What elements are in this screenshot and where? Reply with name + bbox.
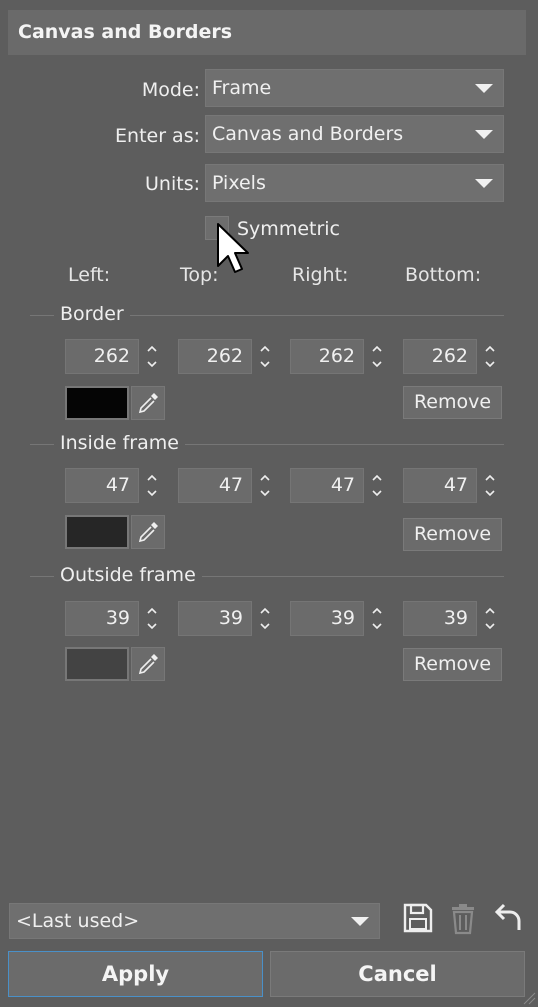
chevron-down-icon xyxy=(351,917,369,926)
increment-icon[interactable] xyxy=(145,604,159,618)
inside-right-value[interactable]: 47 xyxy=(290,468,364,503)
border-color-control xyxy=(65,386,165,420)
outside-top-value[interactable]: 39 xyxy=(178,601,252,636)
border-group-title: Border xyxy=(54,303,130,325)
units-dropdown[interactable]: Pixels xyxy=(205,164,504,202)
decrement-icon[interactable] xyxy=(258,357,272,371)
enter-as-label: Enter as: xyxy=(115,125,200,147)
increment-icon[interactable] xyxy=(370,604,384,618)
outside-eyedropper-button[interactable] xyxy=(131,647,165,681)
inside-bottom-value[interactable]: 47 xyxy=(403,468,477,503)
inside-color-control xyxy=(65,515,165,549)
inside-left-spinbox[interactable]: 47 xyxy=(65,468,165,503)
inside-eyedropper-button[interactable] xyxy=(131,515,165,549)
inside-frame-group-title: Inside frame xyxy=(54,432,185,454)
outside-right-spinbox[interactable]: 39 xyxy=(290,601,390,636)
outside-bottom-value[interactable]: 39 xyxy=(403,601,477,636)
column-top-label: Top: xyxy=(180,264,219,286)
increment-icon[interactable] xyxy=(483,604,497,618)
increment-icon[interactable] xyxy=(145,471,159,485)
outside-color-swatch[interactable] xyxy=(65,647,129,681)
decrement-icon[interactable] xyxy=(483,619,497,633)
decrement-icon[interactable] xyxy=(483,357,497,371)
outside-remove-button[interactable]: Remove xyxy=(403,648,502,681)
trash-icon[interactable] xyxy=(449,903,477,935)
preset-value: <Last used> xyxy=(16,910,140,932)
eyedropper-icon xyxy=(138,393,158,414)
decrement-icon[interactable] xyxy=(370,357,384,371)
increment-icon[interactable] xyxy=(483,342,497,356)
chevron-down-icon xyxy=(475,179,493,188)
border-right-spinbox[interactable]: 262 xyxy=(290,339,390,374)
outside-color-control xyxy=(65,647,165,681)
enter-as-dropdown[interactable]: Canvas and Borders xyxy=(205,115,504,153)
eyedropper-icon xyxy=(138,654,158,675)
decrement-icon[interactable] xyxy=(370,619,384,633)
eyedropper-icon xyxy=(138,522,158,543)
undo-icon[interactable] xyxy=(490,902,524,934)
chevron-down-icon xyxy=(475,130,493,139)
cancel-button[interactable]: Cancel xyxy=(270,951,525,997)
inside-top-spinbox[interactable]: 47 xyxy=(178,468,278,503)
increment-icon[interactable] xyxy=(483,471,497,485)
outside-left-spinbox[interactable]: 39 xyxy=(65,601,165,636)
column-bottom-label: Bottom: xyxy=(405,264,482,286)
border-bottom-value[interactable]: 262 xyxy=(403,339,477,374)
inside-left-value[interactable]: 47 xyxy=(65,468,139,503)
inside-top-value[interactable]: 47 xyxy=(178,468,252,503)
border-eyedropper-button[interactable] xyxy=(131,386,165,420)
border-left-value[interactable]: 262 xyxy=(65,339,139,374)
inside-bottom-spinbox[interactable]: 47 xyxy=(403,468,503,503)
increment-icon[interactable] xyxy=(145,342,159,356)
decrement-icon[interactable] xyxy=(483,486,497,500)
units-label: Units: xyxy=(145,173,200,195)
border-bottom-spinbox[interactable]: 262 xyxy=(403,339,503,374)
mode-value: Frame xyxy=(212,77,272,99)
inside-right-spinbox[interactable]: 47 xyxy=(290,468,390,503)
panel-title: Canvas and Borders xyxy=(8,10,526,55)
increment-icon[interactable] xyxy=(258,604,272,618)
column-left-label: Left: xyxy=(68,264,111,286)
chevron-down-icon xyxy=(475,84,493,93)
border-remove-button[interactable]: Remove xyxy=(403,386,502,419)
column-right-label: Right: xyxy=(292,264,349,286)
inside-remove-button[interactable]: Remove xyxy=(403,518,502,551)
border-top-value[interactable]: 262 xyxy=(178,339,252,374)
inside-color-swatch[interactable] xyxy=(65,515,129,549)
outside-frame-group-title: Outside frame xyxy=(54,564,202,586)
apply-button[interactable]: Apply xyxy=(8,951,263,997)
decrement-icon[interactable] xyxy=(145,486,159,500)
decrement-icon[interactable] xyxy=(145,619,159,633)
mode-label: Mode: xyxy=(141,79,200,101)
border-top-spinbox[interactable]: 262 xyxy=(178,339,278,374)
decrement-icon[interactable] xyxy=(370,486,384,500)
increment-icon[interactable] xyxy=(258,342,272,356)
decrement-icon[interactable] xyxy=(145,357,159,371)
increment-icon[interactable] xyxy=(370,471,384,485)
increment-icon[interactable] xyxy=(258,471,272,485)
enter-as-value: Canvas and Borders xyxy=(212,123,404,145)
border-left-spinbox[interactable]: 262 xyxy=(65,339,165,374)
symmetric-label: Symmetric xyxy=(237,218,340,240)
outside-right-value[interactable]: 39 xyxy=(290,601,364,636)
decrement-icon[interactable] xyxy=(258,486,272,500)
mode-dropdown[interactable]: Frame xyxy=(205,69,504,107)
increment-icon[interactable] xyxy=(370,342,384,356)
mouse-cursor-icon xyxy=(217,223,249,273)
units-value: Pixels xyxy=(212,172,266,194)
preset-dropdown[interactable]: <Last used> xyxy=(9,903,380,939)
outside-bottom-spinbox[interactable]: 39 xyxy=(403,601,503,636)
border-right-value[interactable]: 262 xyxy=(290,339,364,374)
resize-grip-icon[interactable] xyxy=(520,989,536,1005)
save-icon[interactable] xyxy=(402,902,434,934)
outside-left-value[interactable]: 39 xyxy=(65,601,139,636)
decrement-icon[interactable] xyxy=(258,619,272,633)
border-color-swatch[interactable] xyxy=(65,386,129,420)
outside-top-spinbox[interactable]: 39 xyxy=(178,601,278,636)
